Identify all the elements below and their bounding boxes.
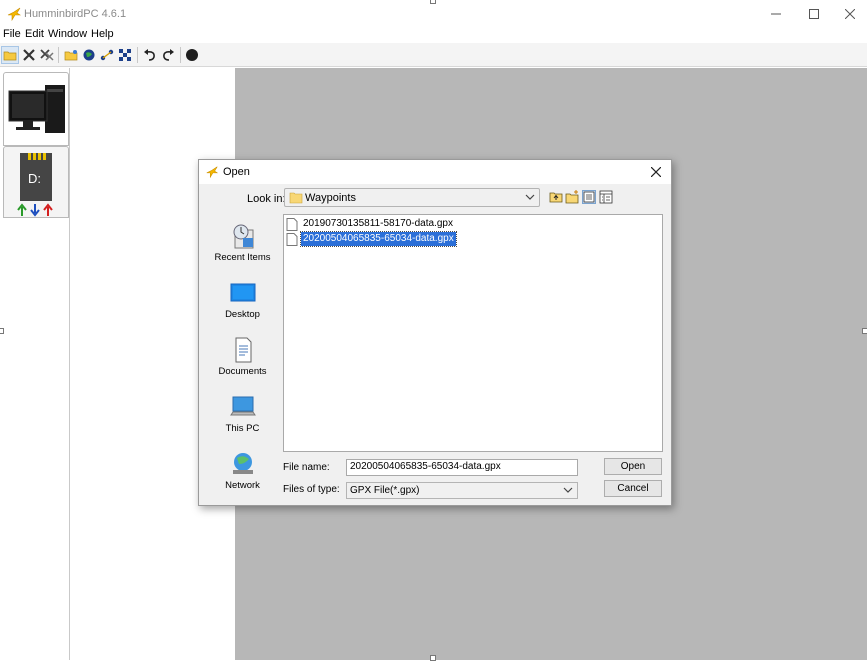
up-folder-icon <box>549 192 563 203</box>
open-folder-icon <box>3 51 17 61</box>
places-sidebar: Recent Items Desktop Documents This PC N… <box>204 212 281 500</box>
dialog-title: Open <box>223 166 250 178</box>
new-folder-button[interactable] <box>565 190 579 204</box>
redo-icon <box>163 49 174 61</box>
stop-icon <box>186 49 198 61</box>
hummingbird-logo-icon <box>7 7 21 22</box>
file-name: 20200504065835-65034-data.gpx <box>300 231 457 247</box>
open-button[interactable] <box>1 46 19 64</box>
hummingbird-logo-icon <box>206 166 219 179</box>
globe-button[interactable] <box>80 46 98 64</box>
resize-handle-bottom[interactable] <box>430 655 436 661</box>
grid-button[interactable] <box>116 46 134 64</box>
dialog-title-bar: Open <box>199 160 671 184</box>
title-bar: HumminbirdPC 4.6.1 <box>0 0 867 27</box>
close-window-button[interactable] <box>832 0 867 27</box>
new-folder-icon <box>565 190 579 204</box>
desktop-icon <box>230 283 255 302</box>
file-type-label: Files of type: <box>283 484 340 495</box>
open-dialog: Open Look in: Waypoints Recent Items Des… <box>198 159 672 506</box>
close-icon <box>650 166 662 178</box>
import-button[interactable] <box>62 46 80 64</box>
resize-handle-top[interactable] <box>430 0 436 4</box>
place-label: Network <box>225 480 260 491</box>
route-icon <box>100 49 114 61</box>
look-in-combo[interactable]: Waypoints <box>284 188 540 207</box>
redo-button[interactable] <box>159 46 177 64</box>
list-view-button[interactable] <box>582 190 596 204</box>
list-view-icon <box>583 191 595 203</box>
look-in-value: Waypoints <box>305 192 356 204</box>
resize-handle-left[interactable] <box>0 328 4 334</box>
file-type-value: GPX File(*.gpx) <box>350 485 420 496</box>
toolbar-separator <box>180 47 181 63</box>
route-button[interactable] <box>98 46 116 64</box>
file-icon <box>286 217 298 231</box>
network-icon <box>232 453 253 474</box>
file-name-input[interactable]: 20200504065835-65034-data.gpx <box>346 459 578 476</box>
file-name-label: File name: <box>283 462 330 473</box>
sd-card-label: D: <box>28 171 41 186</box>
minimize-icon <box>771 13 781 14</box>
details-view-button[interactable] <box>599 190 613 204</box>
toolbar-separator <box>58 47 59 63</box>
undo-icon <box>144 49 155 61</box>
folder-icon <box>289 192 303 204</box>
up-folder-button[interactable] <box>549 190 563 204</box>
place-this-pc[interactable]: This PC <box>204 393 281 434</box>
device-panel: D: <box>0 68 70 660</box>
maximize-button[interactable] <box>796 0 832 27</box>
chevron-down-icon <box>563 487 573 493</box>
cancel-button[interactable]: Cancel <box>604 480 662 497</box>
menu-edit[interactable]: Edit <box>25 28 44 40</box>
place-label: Recent Items <box>214 252 271 263</box>
close-icon <box>845 8 855 19</box>
this-pc-icon <box>229 396 256 416</box>
open-button[interactable]: Open <box>604 458 662 475</box>
menu-help[interactable]: Help <box>91 28 114 40</box>
documents-icon <box>235 337 251 363</box>
stop-button[interactable] <box>183 46 201 64</box>
chevron-down-icon <box>525 194 535 200</box>
delete-button[interactable] <box>20 46 38 64</box>
recent-items-icon <box>233 224 253 249</box>
look-in-label: Look in: <box>247 193 286 205</box>
menu-window[interactable]: Window <box>48 28 87 40</box>
delete-icon <box>23 49 35 61</box>
file-name: 20190730135811-58170-data.gpx <box>303 218 453 229</box>
place-network[interactable]: Network <box>204 450 281 491</box>
toolbar <box>0 43 867 67</box>
open-folder-icon <box>64 50 78 61</box>
delete-all-icon <box>40 49 54 61</box>
dialog-close-button[interactable] <box>647 163 665 181</box>
menu-file[interactable]: File <box>3 28 21 40</box>
place-documents[interactable]: Documents <box>204 336 281 377</box>
minimize-button[interactable] <box>758 0 794 27</box>
file-item-selected[interactable]: 20200504065835-65034-data.gpx <box>286 231 457 247</box>
resize-handle-right[interactable] <box>862 328 867 334</box>
place-recent-items[interactable]: Recent Items <box>204 222 281 263</box>
menu-bar: File Edit Window Help <box>0 27 867 43</box>
maximize-icon <box>809 8 819 19</box>
place-label: Documents <box>218 366 267 377</box>
file-type-select[interactable]: GPX File(*.gpx) <box>346 482 578 499</box>
undo-button[interactable] <box>141 46 159 64</box>
sync-arrows-icon <box>17 203 53 217</box>
device-tab-sd-card[interactable]: D: <box>3 146 69 218</box>
file-icon <box>286 232 298 246</box>
computer-icon <box>8 85 65 133</box>
file-item[interactable]: 20190730135811-58170-data.gpx <box>286 217 455 231</box>
place-label: Desktop <box>225 309 260 320</box>
place-desktop[interactable]: Desktop <box>204 279 281 320</box>
file-list[interactable]: 20190730135811-58170-data.gpx 2020050406… <box>283 214 663 452</box>
globe-icon <box>83 49 95 61</box>
place-label: This PC <box>225 423 260 434</box>
app-title: HumminbirdPC 4.6.1 <box>24 8 127 20</box>
grid-icon <box>119 49 131 61</box>
toolbar-separator <box>137 47 138 63</box>
device-tab-computer[interactable] <box>3 72 69 146</box>
delete-all-button[interactable] <box>38 46 56 64</box>
details-view-icon <box>599 190 613 204</box>
